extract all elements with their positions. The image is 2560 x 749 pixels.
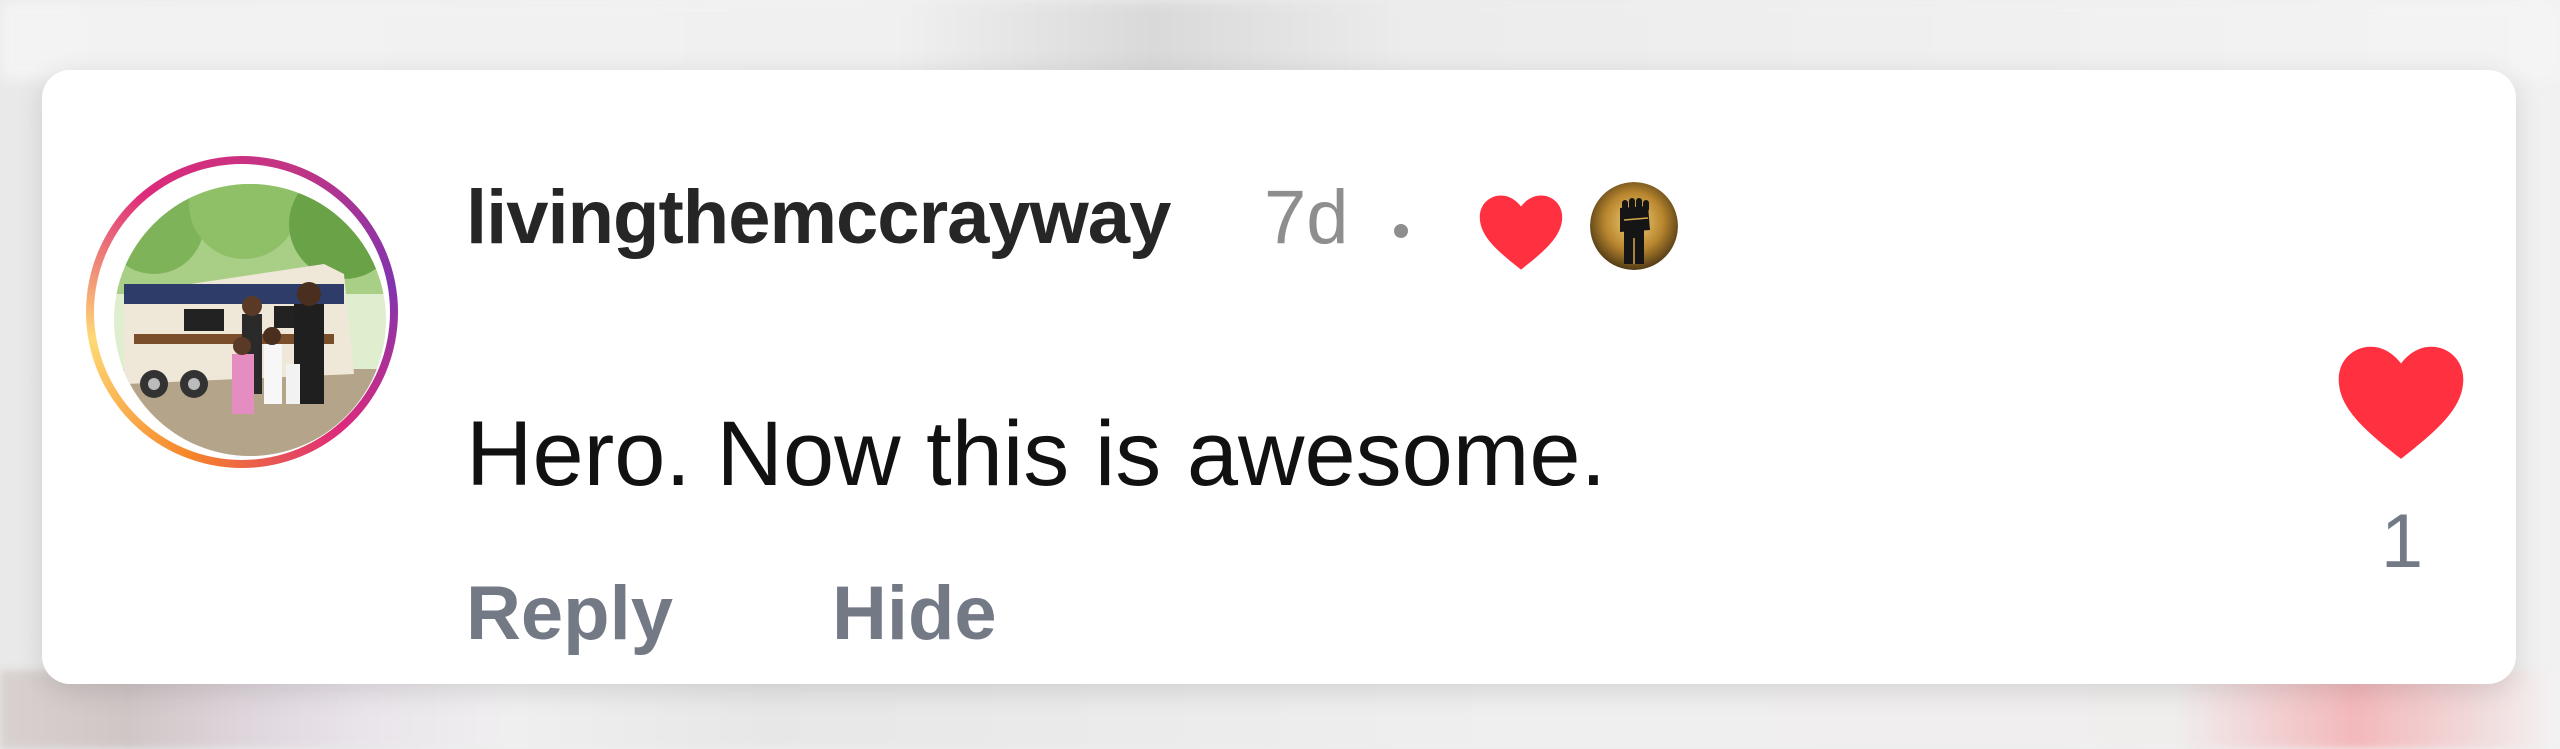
separator-dot <box>1394 224 1408 238</box>
blurred-background-top <box>0 0 2560 80</box>
like-button[interactable] <box>2336 342 2466 462</box>
avatar[interactable] <box>114 184 386 456</box>
comment-card: livingthemccrayway 7d Hero. Now this is … <box>42 70 2516 684</box>
hide-button[interactable]: Hide <box>832 570 997 657</box>
creator-liked-heart-icon <box>1478 192 1564 272</box>
creator-avatar <box>1590 182 1678 270</box>
heart-icon <box>2338 346 2464 459</box>
comment-text: Hero. Now this is awesome. <box>466 403 1607 505</box>
comment-timestamp: 7d <box>1264 175 1349 260</box>
reply-button[interactable]: Reply <box>466 570 673 657</box>
comment-username[interactable]: livingthemccrayway <box>466 174 1171 261</box>
like-count: 1 <box>2380 499 2424 584</box>
avatar-story-ring[interactable] <box>86 156 398 468</box>
